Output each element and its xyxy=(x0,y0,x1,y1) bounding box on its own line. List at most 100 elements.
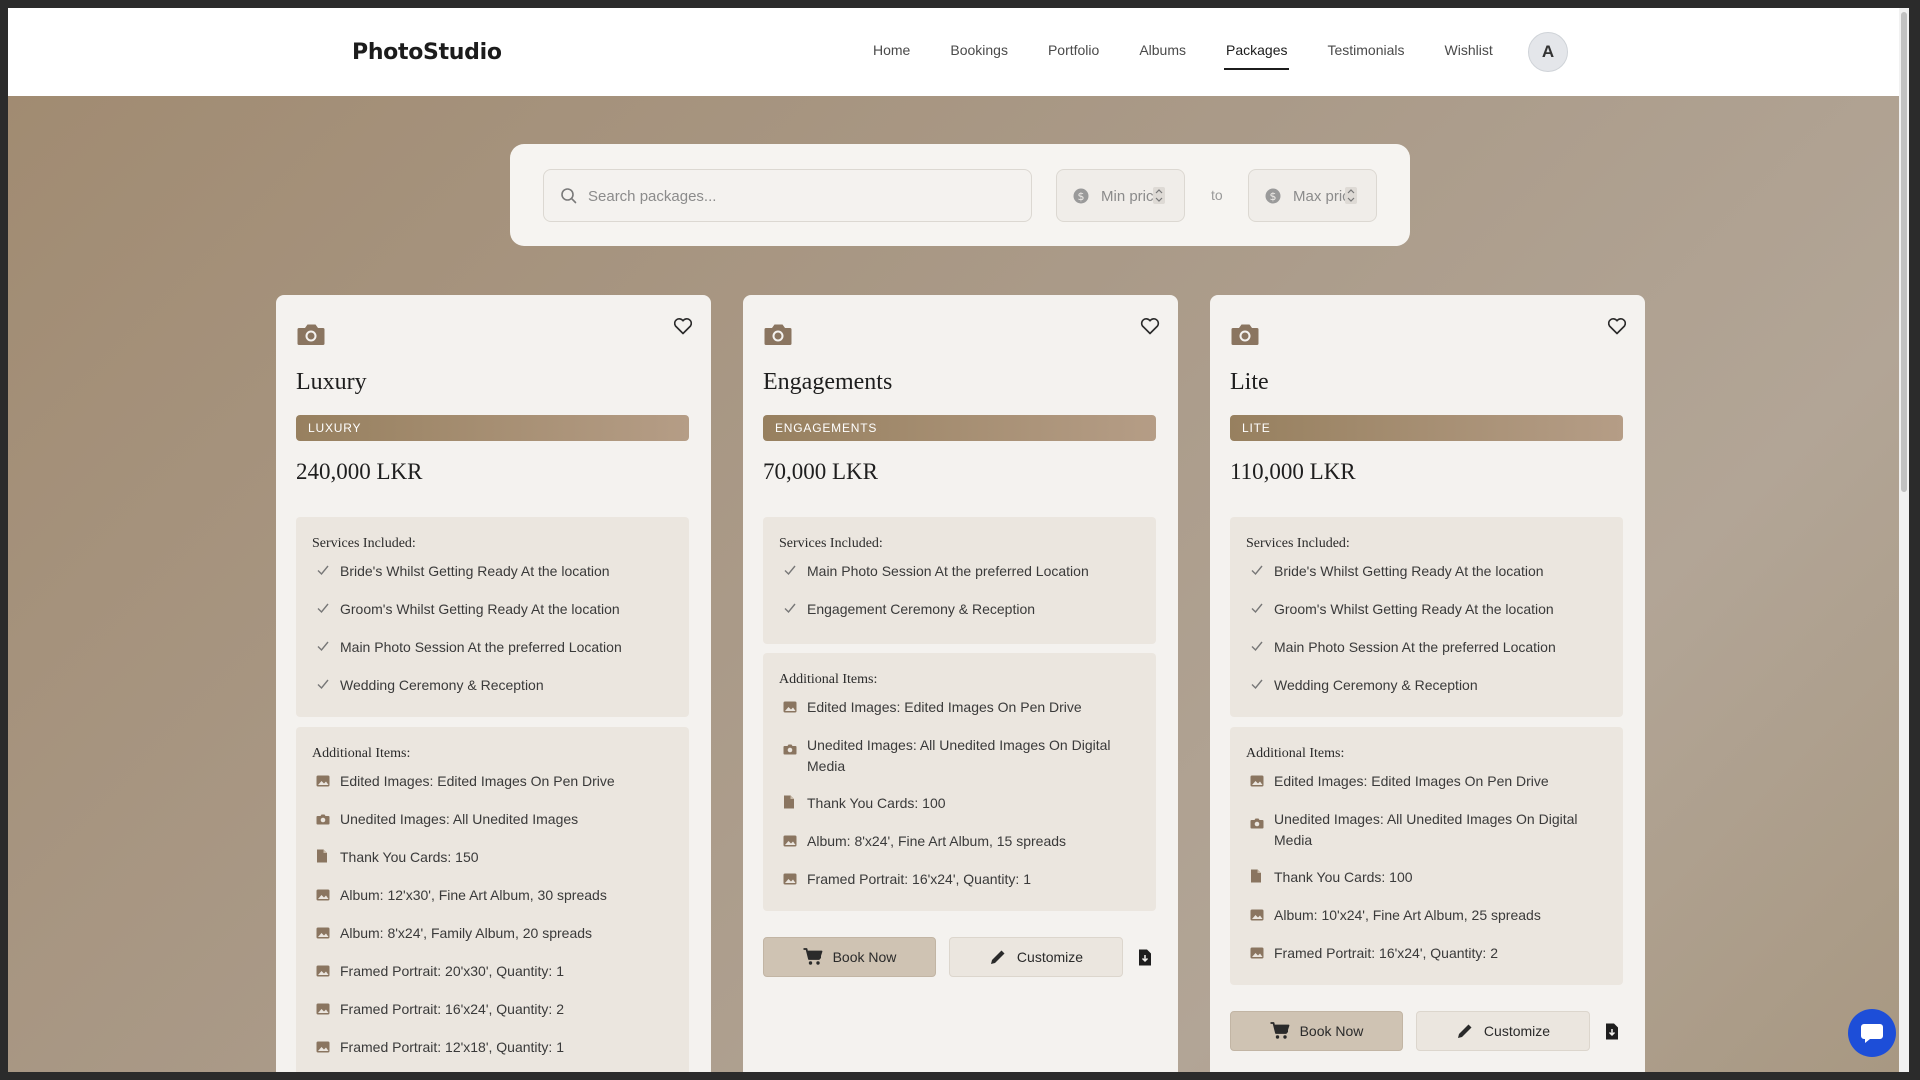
image-icon xyxy=(312,771,340,793)
svg-text:$: $ xyxy=(1078,190,1085,203)
max-price-input[interactable] xyxy=(1293,182,1347,210)
additional-text: Framed Portrait: 20'x30', Quantity: 1 xyxy=(340,963,564,979)
image-icon xyxy=(312,961,340,983)
additional-item: Unedited Images: All Unedited Images On … xyxy=(779,735,1140,777)
additional-text: Album: 8'x24', Family Album, 20 spreads xyxy=(340,925,593,941)
service-text: Wedding Ceremony & Reception xyxy=(1274,677,1478,693)
service-text: Main Photo Session At the preferred Loca… xyxy=(807,563,1089,579)
top-navbar: PhotoStudio Home Bookings Portfolio Albu… xyxy=(8,8,1899,96)
chat-button[interactable] xyxy=(1848,1009,1896,1057)
services-section: Services Included: Bride's Whilst Gettin… xyxy=(1230,517,1623,717)
additional-title: Additional Items: xyxy=(779,672,878,687)
nav-link-bookings[interactable]: Bookings xyxy=(950,42,1008,58)
additional-item: Framed Portrait: 16'x24', Quantity: 1 xyxy=(779,869,1140,891)
book-now-button[interactable]: Book Now xyxy=(1230,1011,1403,1051)
package-card-lite: Lite LITE 110,000 LKR Services Included:… xyxy=(1210,295,1645,1072)
additional-item: Thank You Cards: 100 xyxy=(779,793,1140,815)
service-item: Bride's Whilst Getting Ready At the loca… xyxy=(312,561,673,583)
check-icon xyxy=(1246,637,1274,659)
min-price-field: $ xyxy=(1056,169,1185,222)
nav-link-wishlist[interactable]: Wishlist xyxy=(1445,42,1493,58)
wishlist-heart-icon[interactable] xyxy=(1607,317,1627,340)
service-item: Wedding Ceremony & Reception xyxy=(312,675,673,697)
service-item: Main Photo Session At the preferred Loca… xyxy=(779,561,1140,583)
max-price-stepper[interactable] xyxy=(1345,187,1357,204)
nav-link-portfolio[interactable]: Portfolio xyxy=(1048,42,1099,58)
additional-text: Framed Portrait: 16'x24', Quantity: 2 xyxy=(340,1001,564,1017)
services-title: Services Included: xyxy=(779,536,883,551)
services-title: Services Included: xyxy=(312,536,416,551)
image-icon xyxy=(312,1037,340,1059)
additional-text: Framed Portrait: 12'x18', Quantity: 1 xyxy=(340,1039,564,1055)
check-icon xyxy=(1246,675,1274,697)
book-now-button[interactable]: Book Now xyxy=(763,937,936,977)
nav-link-testimonials[interactable]: Testimonials xyxy=(1327,42,1404,58)
nav-links: Home Bookings Portfolio Albums Packages … xyxy=(873,42,1533,70)
additional-section: Additional Items: Edited Images: Edited … xyxy=(296,727,689,1072)
check-icon xyxy=(779,561,807,583)
additional-item: Album: 12'x30', Fine Art Album, 30 sprea… xyxy=(312,885,673,907)
service-text: Main Photo Session At the preferred Loca… xyxy=(1274,639,1556,655)
wishlist-heart-icon[interactable] xyxy=(673,317,693,340)
nav-link-home[interactable]: Home xyxy=(873,42,910,58)
additional-item: Edited Images: Edited Images On Pen Driv… xyxy=(312,771,673,793)
download-document-icon[interactable] xyxy=(1605,1023,1619,1045)
check-icon xyxy=(312,561,340,583)
page-scrollbar[interactable] xyxy=(1899,8,1909,1072)
nav-link-packages[interactable]: Packages xyxy=(1223,42,1290,70)
check-icon xyxy=(779,599,807,621)
additional-text: Edited Images: Edited Images On Pen Driv… xyxy=(340,773,615,789)
service-item: Groom's Whilst Getting Ready At the loca… xyxy=(1246,599,1607,621)
additional-section: Additional Items: Edited Images: Edited … xyxy=(763,653,1156,911)
additional-item: Edited Images: Edited Images On Pen Driv… xyxy=(1246,771,1607,793)
min-price-input[interactable] xyxy=(1101,182,1155,210)
pencil-icon xyxy=(1457,1024,1472,1038)
page-viewport: PhotoStudio Home Bookings Portfolio Albu… xyxy=(8,8,1909,1072)
cart-icon xyxy=(1270,1022,1289,1039)
book-now-label: Book Now xyxy=(832,949,897,965)
brand-logo[interactable]: PhotoStudio xyxy=(352,40,502,65)
additional-item: Edited Images: Edited Images On Pen Driv… xyxy=(779,697,1140,719)
camera-icon xyxy=(312,809,340,831)
customize-label: Customize xyxy=(1016,949,1084,965)
additional-item: Framed Portrait: 12'x18', Quantity: 1 xyxy=(312,1037,673,1059)
max-price-field: $ xyxy=(1248,169,1377,222)
additional-text: Album: 10'x24', Fine Art Album, 25 sprea… xyxy=(1274,907,1541,923)
package-title: Lite xyxy=(1230,369,1269,395)
image-icon xyxy=(312,999,340,1021)
image-icon xyxy=(779,869,807,891)
service-text: Groom's Whilst Getting Ready At the loca… xyxy=(1274,601,1554,617)
nav-link-albums[interactable]: Albums xyxy=(1139,42,1186,58)
package-title: Engagements xyxy=(763,369,893,395)
service-text: Groom's Whilst Getting Ready At the loca… xyxy=(340,601,620,617)
document-icon xyxy=(312,847,340,869)
package-badge: ENGAGEMENTS xyxy=(763,415,1156,441)
search-icon xyxy=(560,187,578,210)
additional-item: Framed Portrait: 16'x24', Quantity: 2 xyxy=(312,999,673,1021)
service-text: Engagement Ceremony & Reception xyxy=(807,601,1036,617)
customize-button[interactable]: Customize xyxy=(1416,1011,1590,1051)
download-document-icon[interactable] xyxy=(1138,949,1152,971)
service-text: Bride's Whilst Getting Ready At the loca… xyxy=(340,563,610,579)
service-item: Engagement Ceremony & Reception xyxy=(779,599,1140,621)
customize-label: Customize xyxy=(1483,1023,1551,1039)
service-text: Bride's Whilst Getting Ready At the loca… xyxy=(1274,563,1544,579)
wishlist-heart-icon[interactable] xyxy=(1140,317,1160,340)
min-price-stepper[interactable] xyxy=(1153,187,1165,204)
service-item: Main Photo Session At the preferred Loca… xyxy=(312,637,673,659)
package-price: 240,000 LKR xyxy=(296,459,423,484)
additional-item: Thank You Cards: 150 xyxy=(312,847,673,869)
package-badge: LUXURY xyxy=(296,415,689,441)
service-item: Wedding Ceremony & Reception xyxy=(1246,675,1607,697)
additional-title: Additional Items: xyxy=(1246,746,1345,761)
user-avatar[interactable]: A xyxy=(1528,32,1568,72)
scrollbar-thumb[interactable] xyxy=(1901,12,1907,492)
service-item: Groom's Whilst Getting Ready At the loca… xyxy=(312,599,673,621)
image-icon xyxy=(779,697,807,719)
search-input[interactable] xyxy=(588,182,1008,210)
cart-icon xyxy=(803,948,822,965)
package-card-engagements: Engagements ENGAGEMENTS 70,000 LKR Servi… xyxy=(743,295,1178,1072)
dollar-icon: $ xyxy=(1265,188,1281,209)
check-icon xyxy=(312,675,340,697)
customize-button[interactable]: Customize xyxy=(949,937,1123,977)
